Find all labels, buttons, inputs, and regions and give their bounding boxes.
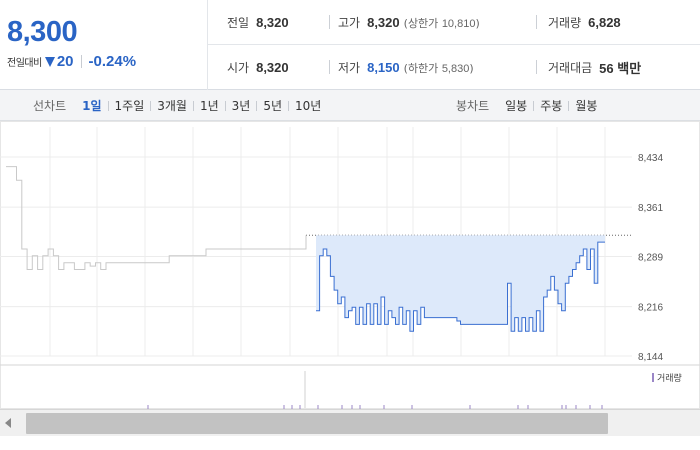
change-divider [80, 55, 82, 68]
stat-trade-value: 거래대금 56 백만 [548, 45, 641, 90]
period-tab-10y[interactable]: 10년 [289, 97, 327, 114]
candle-chart-title: 봉차트 [456, 99, 490, 113]
stats-row-1: 전일 8,320 고가 8,320 (상한가 10,810) 거래량 6,828 [208, 0, 700, 45]
period-tab-1w[interactable]: 1주일 [109, 97, 151, 114]
chart-scrollbar[interactable] [0, 409, 700, 436]
change-percent: -0.24% [88, 53, 137, 70]
stats-table: 전일 8,320 고가 8,320 (상한가 10,810) 거래량 6,828… [208, 0, 700, 90]
volume-legend-label: 거래량 [657, 374, 682, 384]
scroll-left-arrow-icon[interactable] [5, 418, 11, 428]
stats-row-2: 시가 8,320 저가 8,150 (하한가 5,830) 거래대금 56 백만 [208, 45, 700, 90]
price-box: 8,300 전일대비 20 -0.24% [0, 0, 208, 90]
stat-open: 시가 8,320 [227, 45, 289, 90]
stat-value: 6,828 [588, 15, 621, 30]
scrollbar-thumb[interactable] [26, 413, 608, 434]
limit-value: 10,810 [441, 17, 476, 30]
line-chart-title: 선차트 [33, 99, 67, 113]
stat-limit: (상한가 10,810) [403, 16, 480, 30]
stat-label: 거래대금 [548, 61, 593, 75]
stat-value: 8,150 [367, 60, 400, 75]
stat-label: 시가 [227, 61, 250, 75]
current-price: 8,300 [7, 16, 78, 48]
stat-high: 고가 8,320 (상한가 10,810) [338, 0, 480, 45]
period-tab-3y[interactable]: 3년 [226, 97, 257, 114]
price-chart: 8,434 8,361 8,289 8,216 8,144 [0, 121, 700, 411]
y-tick-label: 8,216 [638, 303, 663, 314]
stat-divider [329, 15, 330, 29]
candle-tab-weekly[interactable]: 주봉 [534, 97, 568, 114]
line-chart-periods: 선차트 1일 1주일 3개월 1년 3년 5년 10년 [33, 90, 327, 121]
series-previous-line [6, 166, 307, 270]
limit-value: 5,830 [441, 62, 470, 75]
stat-volume: 거래량 6,828 [548, 0, 621, 45]
y-tick-label: 8,289 [638, 253, 663, 264]
change-label: 전일대비 [7, 58, 42, 69]
stat-label: 거래량 [548, 16, 582, 30]
price-chart-svg: 8,434 8,361 8,289 8,216 8,144 [0, 121, 700, 409]
volume-legend-swatch [652, 373, 654, 382]
stat-label: 전일 [227, 16, 250, 30]
candle-tab-monthly[interactable]: 월봉 [569, 97, 603, 114]
y-tick-label: 8,361 [638, 203, 663, 214]
limit-label: 하한가 [407, 61, 439, 75]
period-tab-3m[interactable]: 3개월 [151, 97, 193, 114]
stat-value: 56 백만 [599, 61, 642, 76]
stat-divider [329, 60, 330, 74]
stat-value: 8,320 [256, 15, 289, 30]
y-tick-label: 8,434 [638, 153, 663, 164]
volume-legend: 거래량 [652, 371, 682, 384]
y-tick-label: 8,144 [638, 352, 663, 363]
stat-value: 8,320 [256, 60, 289, 75]
change-row: 전일대비 20 -0.24% [7, 53, 136, 70]
stat-low: 저가 8,150 (하한가 5,830) [338, 45, 474, 90]
stock-summary: 8,300 전일대비 20 -0.24% 전일 8,320 고가 8,320 (… [0, 0, 700, 90]
stat-limit: (하한가 5,830) [403, 61, 474, 75]
stat-divider [536, 15, 537, 29]
stat-divider [536, 60, 537, 74]
period-tab-5y[interactable]: 5년 [257, 97, 288, 114]
chart-period-toolbar: 선차트 1일 1주일 3개월 1년 3년 5년 10년 봉차트 일봉 주봉 월봉 [0, 90, 700, 121]
stat-label: 저가 [338, 61, 361, 75]
period-tab-1y[interactable]: 1년 [194, 97, 225, 114]
stat-value: 8,320 [367, 15, 400, 30]
stat-label: 고가 [338, 16, 361, 30]
limit-label: 상한가 [407, 16, 439, 30]
change-amount: 20 [56, 53, 74, 70]
stat-prev-close: 전일 8,320 [227, 0, 289, 45]
period-tab-1d[interactable]: 1일 [76, 97, 107, 114]
down-triangle-icon [44, 56, 55, 67]
candle-chart-periods: 봉차트 일봉 주봉 월봉 [456, 90, 603, 121]
candle-tab-daily[interactable]: 일봉 [499, 97, 533, 114]
